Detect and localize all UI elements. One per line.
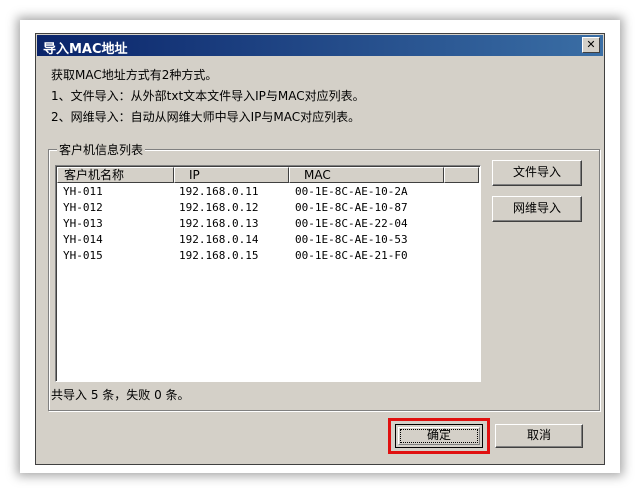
cell-name: YH-014: [63, 233, 103, 246]
cell-mac: 00-1E-8C-AE-21-F0: [295, 249, 408, 262]
column-header-ip[interactable]: IP: [174, 167, 289, 183]
cell-mac: 00-1E-8C-AE-10-2A: [295, 185, 408, 198]
import-summary: 共导入 5 条，失败 0 条。: [51, 388, 190, 402]
import-mac-dialog: 导入MAC地址 ✕ 获取MAC地址方式有2种方式。 1、文件导入：从外部txt文…: [35, 33, 605, 465]
dialog-title: 导入MAC地址: [43, 42, 128, 57]
client-info-group: 客户机信息列表 客户机名称 IP MAC YH-011 192.168.0.11…: [48, 141, 600, 411]
cell-name: YH-011: [63, 185, 103, 198]
table-row[interactable]: YH-012 192.168.0.12 00-1E-8C-AE-10-87: [57, 201, 477, 216]
table-row[interactable]: YH-011 192.168.0.11 00-1E-8C-AE-10-2A: [57, 185, 477, 200]
cancel-button[interactable]: 取消: [495, 424, 583, 448]
file-import-button[interactable]: 文件导入: [492, 160, 582, 186]
close-icon: ✕: [586, 38, 596, 51]
description-line-2: 1、文件导入：从外部txt文本文件导入IP与MAC对应列表。: [51, 89, 365, 103]
cell-mac: 00-1E-8C-AE-10-87: [295, 201, 408, 214]
cell-ip: 192.168.0.13: [179, 217, 259, 230]
ok-button[interactable]: 确定: [395, 424, 483, 448]
table-row[interactable]: YH-014 192.168.0.14 00-1E-8C-AE-10-53: [57, 233, 477, 248]
table-row[interactable]: YH-013 192.168.0.13 00-1E-8C-AE-22-04: [57, 217, 477, 232]
cell-name: YH-015: [63, 249, 103, 262]
description-line-3: 2、网维导入：自动从网维大师中导入IP与MAC对应列表。: [51, 110, 361, 124]
ok-button-label: 确定: [426, 428, 451, 442]
cell-ip: 192.168.0.14: [179, 233, 259, 246]
table-row[interactable]: YH-015 192.168.0.15 00-1E-8C-AE-21-F0: [57, 249, 477, 264]
cell-ip: 192.168.0.15: [179, 249, 259, 262]
group-legend: 客户机信息列表: [57, 141, 146, 158]
cell-name: YH-012: [63, 201, 103, 214]
description-line-1: 获取MAC地址方式有2种方式。: [51, 68, 218, 82]
column-header-mac[interactable]: MAC: [289, 167, 444, 183]
client-list[interactable]: 客户机名称 IP MAC YH-011 192.168.0.11 00-1E-8…: [55, 165, 481, 382]
cell-ip: 192.168.0.11: [179, 185, 259, 198]
cell-mac: 00-1E-8C-AE-10-53: [295, 233, 408, 246]
column-header-name[interactable]: 客户机名称: [57, 167, 174, 183]
cell-name: YH-013: [63, 217, 103, 230]
close-button[interactable]: ✕: [582, 37, 600, 53]
cell-ip: 192.168.0.12: [179, 201, 259, 214]
list-header: 客户机名称 IP MAC: [57, 167, 479, 184]
title-bar: 导入MAC地址 ✕: [37, 35, 603, 57]
netwei-import-button[interactable]: 网维导入: [492, 196, 582, 222]
column-header-filler: [444, 167, 479, 183]
cell-mac: 00-1E-8C-AE-22-04: [295, 217, 408, 230]
